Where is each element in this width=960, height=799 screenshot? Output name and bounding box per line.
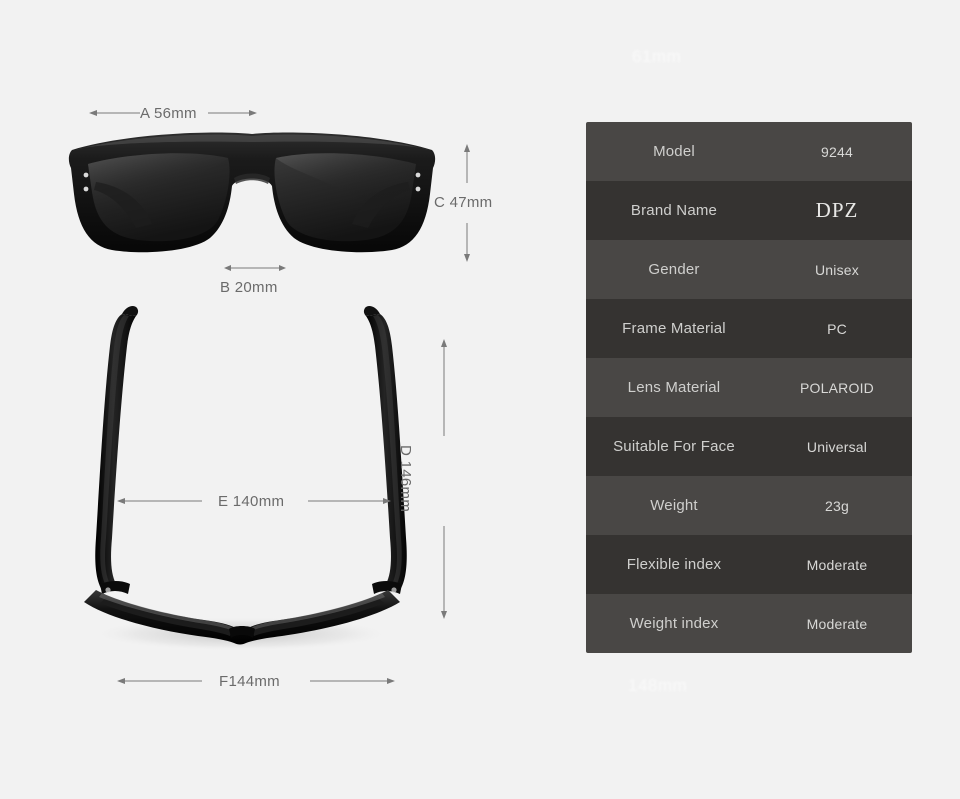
spec-value: Moderate	[806, 615, 868, 632]
dimension-label-d: D 146mm	[397, 445, 414, 513]
dimension-label-a: A 56mm	[140, 105, 197, 122]
sunglasses-top-view	[84, 306, 407, 651]
table-row: Flexible index Moderate	[586, 535, 912, 594]
dimension-arrow-d	[441, 339, 447, 619]
product-spec-page: A 56mm C 47mm B 20mm E 140mm D 146mm F14…	[0, 0, 960, 799]
table-row: Frame Material PC	[586, 299, 912, 358]
watermark-bottom: 148mm	[628, 676, 688, 695]
spec-key: Lens Material	[627, 379, 721, 396]
spec-value: 9244	[821, 143, 853, 160]
spec-key: Weight index	[629, 615, 719, 632]
spec-key: Frame Material	[622, 320, 726, 337]
dimension-label-e: E 140mm	[218, 493, 285, 510]
spec-key: Model	[653, 143, 695, 160]
spec-key: Brand Name	[630, 202, 718, 219]
spec-value: 23g	[825, 497, 849, 514]
table-row: Lens Material POLAROID	[586, 358, 912, 417]
dimension-label-f: F144mm	[219, 673, 280, 690]
dimension-label-b: B 20mm	[220, 279, 278, 296]
spec-value: DPZ	[815, 198, 859, 222]
table-row: Weight index Moderate	[586, 594, 912, 653]
spec-value: Unisex	[815, 261, 859, 278]
specification-table: Model 9244 Brand Name DPZ Gender Unisex …	[586, 122, 912, 653]
product-illustration-panel: A 56mm C 47mm B 20mm E 140mm D 146mm F14…	[0, 0, 520, 799]
dimension-arrow-b	[224, 265, 286, 271]
spec-value: PC	[827, 320, 847, 337]
table-row: Model 9244	[586, 122, 912, 181]
spec-value: Moderate	[806, 556, 868, 573]
table-row: Suitable For Face Universal	[586, 417, 912, 476]
table-row: Brand Name DPZ	[586, 181, 912, 240]
sunglasses-front-view	[68, 132, 436, 253]
table-row: Weight 23g	[586, 476, 912, 535]
table-row: Gender Unisex	[586, 240, 912, 299]
spec-key: Flexible index	[626, 556, 722, 573]
spec-key: Weight	[650, 497, 698, 514]
spec-value: POLAROID	[800, 379, 874, 396]
spec-value: Universal	[806, 438, 868, 455]
spec-key: Suitable For Face	[613, 438, 735, 455]
dimension-label-c: C 47mm	[434, 194, 493, 211]
spec-key: Gender	[648, 261, 700, 278]
watermark-top: 61mm	[632, 47, 682, 66]
